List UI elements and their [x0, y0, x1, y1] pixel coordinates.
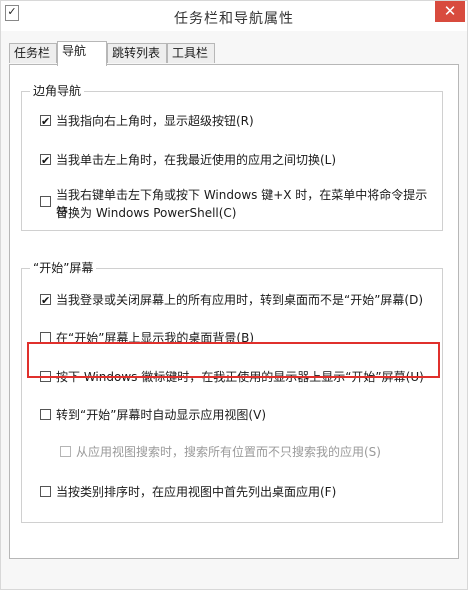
option-label: 转到“开始”屏幕时自动显示应用视图(V)	[56, 408, 267, 422]
tab-navigation[interactable]: 导航	[57, 41, 107, 66]
option-label-line2: 替换为 Windows PowerShell(C)	[56, 206, 237, 220]
properties-window: ✓ 任务栏和导航属性 ✕ 任务栏 导航 跳转列表 工具栏 边角导航 当我指向右上…	[0, 0, 468, 590]
tab-toolbars[interactable]: 工具栏	[167, 43, 215, 63]
highlight-annotation-box	[27, 342, 440, 378]
option-label: 当我单击左上角时，在我最近使用的应用之间切换(L)	[56, 153, 337, 167]
start-screen-title: “开始”屏幕	[30, 259, 97, 276]
start-screen-group: “开始”屏幕 当我登录或关闭屏幕上的所有应用时，转到桌面而不是“开始”屏幕(D)…	[21, 259, 443, 523]
corner-navigation-title: 边角导航	[30, 82, 85, 99]
close-button[interactable]: ✕	[435, 1, 465, 22]
option-label: 从应用视图搜索时，搜索所有位置而不只搜索我的应用(S)	[76, 445, 381, 459]
window-title: 任务栏和导航属性	[174, 11, 294, 27]
checkbox-switch-recent-apps[interactable]	[40, 152, 51, 169]
option-label: 当我指向右上角时，显示超级按钮(R)	[56, 114, 254, 128]
tab-taskbar[interactable]: 任务栏	[9, 43, 57, 63]
checkbox-go-to-desktop[interactable]	[40, 292, 51, 309]
option-label: 当按类别排序时，在应用视图中首先列出桌面应用(F)	[56, 485, 337, 499]
checkbox-show-charms[interactable]	[40, 113, 51, 130]
tab-strip: 任务栏 导航 跳转列表 工具栏	[9, 41, 459, 66]
checkbox-show-apps-view[interactable]	[40, 409, 51, 420]
corner-navigation-group: 边角导航 当我指向右上角时，显示超级按钮(R) 当我单击左上角时，在我最近使用的…	[21, 82, 443, 231]
checkbox-list-desktop-apps-first[interactable]	[40, 486, 51, 497]
title-bar[interactable]: ✓ 任务栏和导航属性 ✕	[1, 1, 467, 31]
tab-jump-lists[interactable]: 跳转列表	[107, 43, 167, 63]
option-replace-powershell[interactable]: 当我右键单击左下角或按下 Windows 键+X 时，在菜单中将命令提示符 替换…	[40, 187, 430, 223]
checkbox-search-everywhere[interactable]	[60, 446, 71, 457]
close-icon: ✕	[443, 2, 457, 20]
option-label: 当我登录或关闭屏幕上的所有应用时，转到桌面而不是“开始”屏幕(D)	[56, 293, 424, 307]
navigation-tab-panel: 边角导航 当我指向右上角时，显示超级按钮(R) 当我单击左上角时，在我最近使用的…	[9, 64, 459, 559]
checkbox-replace-powershell[interactable]	[40, 196, 51, 207]
